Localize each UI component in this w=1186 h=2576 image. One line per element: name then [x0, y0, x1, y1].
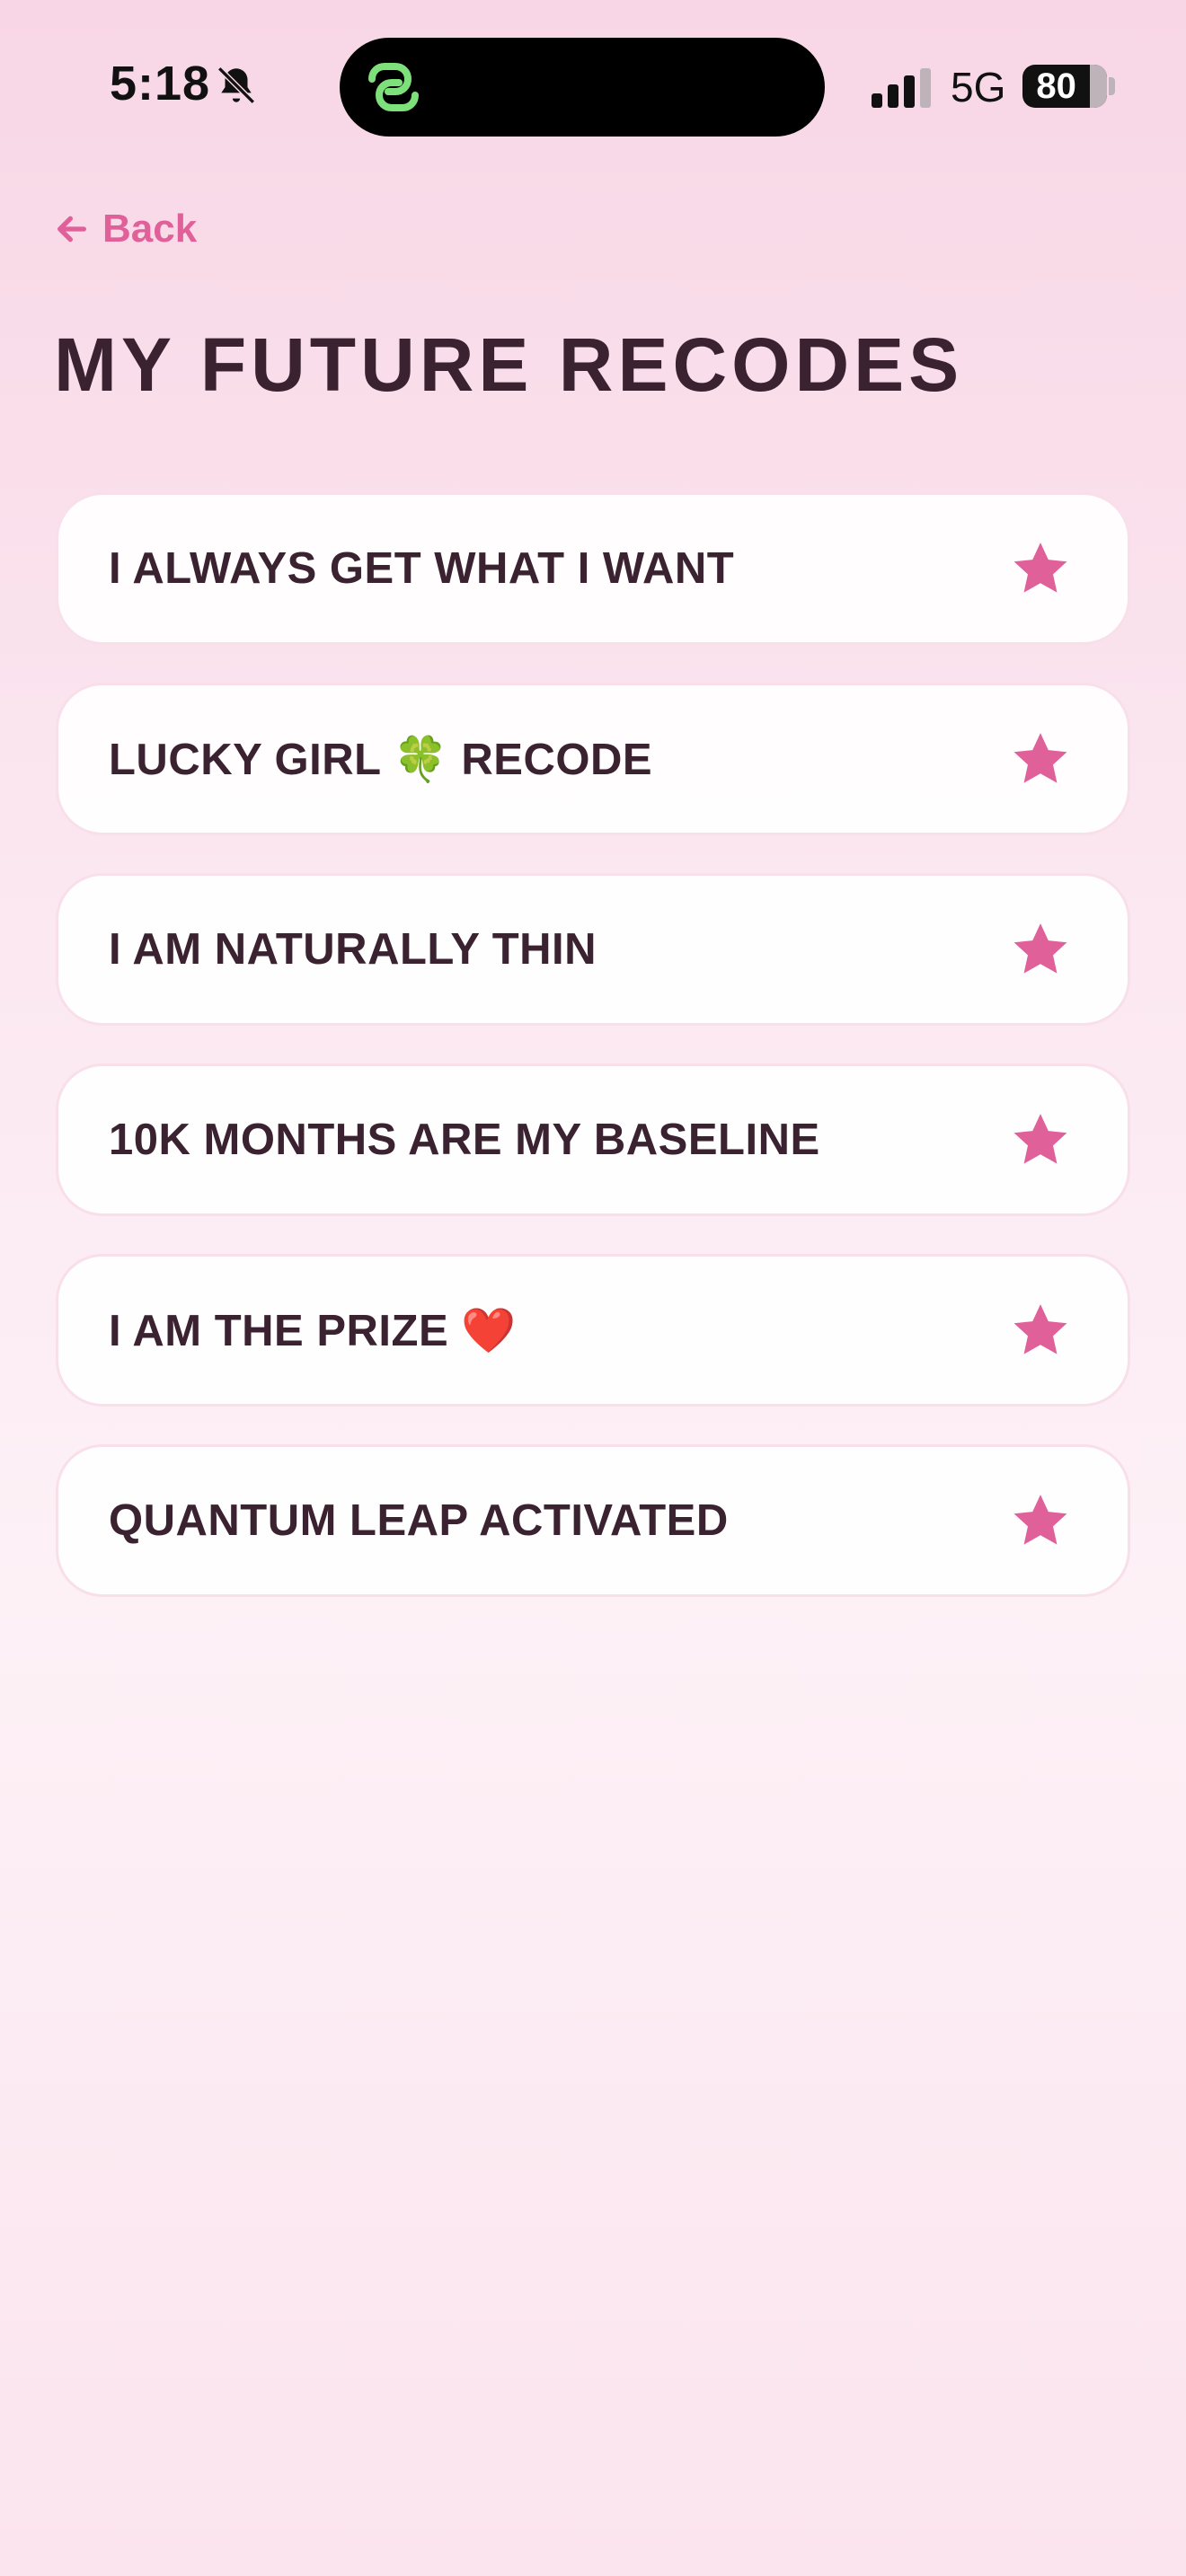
- recode-label: LUCKY GIRL 🍀 RECODE: [109, 735, 653, 784]
- star-icon[interactable]: [1011, 729, 1070, 789]
- page-title: MY FUTURE RECODES: [54, 322, 964, 407]
- recode-card[interactable]: LUCKY GIRL 🍀 RECODE: [56, 683, 1130, 835]
- arrow-left-icon: [58, 216, 87, 243]
- recode-label: I AM THE PRIZE ❤️: [109, 1306, 517, 1355]
- recode-card[interactable]: I AM NATURALLY THIN: [56, 873, 1130, 1026]
- star-icon[interactable]: [1011, 920, 1070, 979]
- battery-level: 80: [1036, 66, 1076, 106]
- recode-label: QUANTUM LEAP ACTIVATED: [109, 1496, 729, 1545]
- recode-label: 10K MONTHS ARE MY BASELINE: [109, 1116, 820, 1164]
- recode-label: I AM NATURALLY THIN: [109, 925, 597, 974]
- signal-icon: [872, 68, 931, 108]
- star-icon[interactable]: [1011, 1110, 1070, 1169]
- star-icon[interactable]: [1011, 1301, 1070, 1360]
- network-type: 5G: [951, 64, 1006, 110]
- recode-card[interactable]: I AM THE PRIZE ❤️: [56, 1254, 1130, 1407]
- battery-icon: 80: [1022, 65, 1107, 108]
- star-icon[interactable]: [1011, 539, 1070, 598]
- battery-tip: [1109, 77, 1115, 95]
- bell-slash-icon: [217, 66, 255, 104]
- link-icon: [368, 63, 419, 111]
- recode-card[interactable]: QUANTUM LEAP ACTIVATED: [56, 1444, 1130, 1597]
- dynamic-island: [340, 38, 825, 137]
- recode-label: I ALWAYS GET WHAT I WANT: [109, 544, 735, 593]
- back-button[interactable]: Back: [54, 207, 197, 251]
- back-label: Back: [102, 207, 198, 251]
- recode-card[interactable]: 10K MONTHS ARE MY BASELINE: [56, 1063, 1130, 1216]
- recode-list: I ALWAYS GET WHAT I WANT LUCKY GIRL 🍀 RE…: [56, 492, 1130, 1635]
- status-bar: 5:18 5G 80: [0, 0, 1186, 180]
- recode-card[interactable]: I ALWAYS GET WHAT I WANT: [56, 492, 1130, 645]
- star-icon[interactable]: [1011, 1491, 1070, 1550]
- status-time: 5:18: [110, 57, 211, 110]
